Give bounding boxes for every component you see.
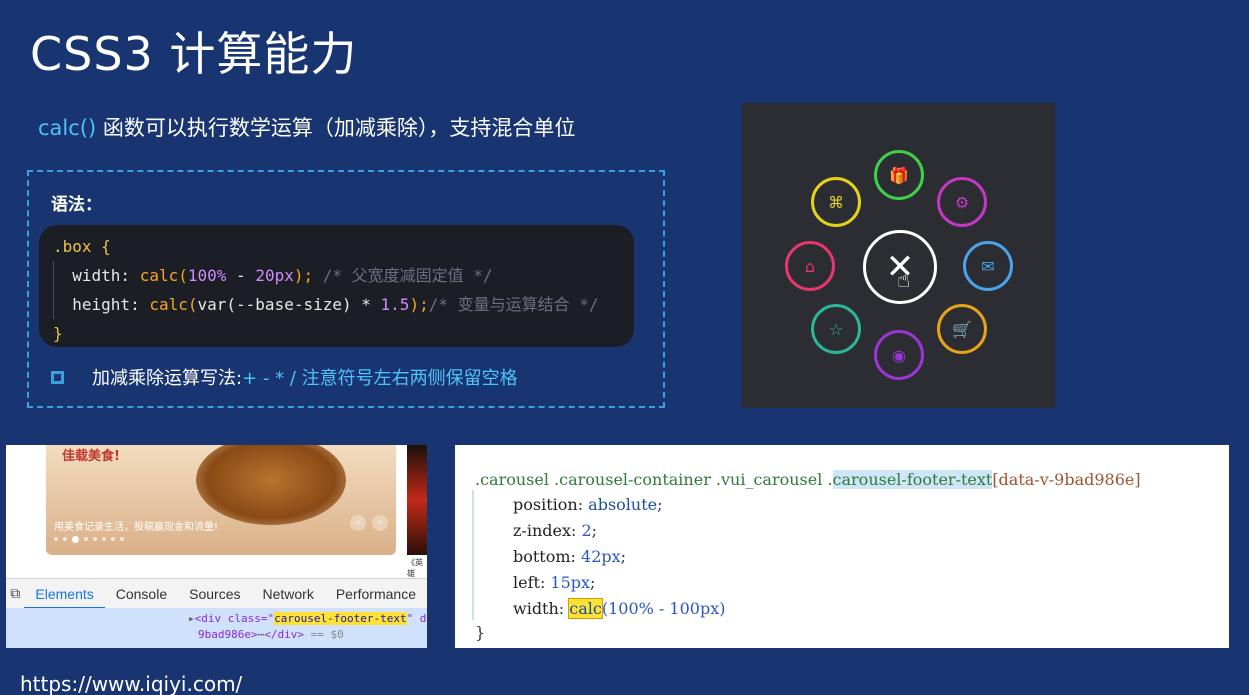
cart-icon[interactable]: 🛒: [937, 304, 987, 354]
settings-icon[interactable]: ⚙: [937, 177, 987, 227]
code-close-line: }: [53, 324, 63, 343]
command-icon[interactable]: ⌘: [811, 177, 861, 227]
gift-icon[interactable]: 🎁: [874, 150, 924, 200]
rule-text: 加减乘除运算写法:: [92, 368, 243, 389]
syntax-box: 语法： .box { width: calc(100% - 20px); /* …: [27, 170, 665, 408]
css-position-line: position: absolute;: [513, 495, 663, 514]
banner-badge: 佳载美食!: [62, 449, 120, 464]
chat-icon[interactable]: ◉: [874, 330, 924, 380]
carousel-banner[interactable]: 佳载美食! 用美食记录生活，投稿赢现金和流量! ‹ ›: [46, 445, 396, 555]
square-bullet-icon: [51, 370, 64, 384]
css-rule-screenshot: .carousel .carousel-container .vui_carou…: [455, 445, 1229, 648]
code-block: .box { width: calc(100% - 20px); /* 父宽度减…: [39, 225, 634, 347]
indent-guide: [53, 261, 54, 319]
syntax-label: 语法：: [51, 195, 102, 215]
carousel-arrows[interactable]: ‹ ›: [350, 515, 388, 531]
carousel-dots[interactable]: [54, 536, 124, 543]
css-width-line: width: calc(100% - 100px): [513, 598, 726, 619]
tab-elements[interactable]: Elements: [24, 579, 105, 609]
code-height-line: height: calc(var(--base-size) * 1.5);/* …: [72, 295, 599, 314]
prev-arrow-icon: ‹: [350, 515, 366, 531]
tab-sources[interactable]: Sources: [178, 579, 251, 609]
devtools-tabbar: ⧉ Elements Console Sources Network Perfo…: [6, 578, 427, 609]
calc-keyword: calc(): [38, 116, 97, 140]
device-toggle-icon[interactable]: ⧉: [6, 585, 24, 602]
slide-title: CSS3 计算能力: [30, 27, 358, 81]
food-image: [196, 445, 346, 525]
css-zindex-line: z-index: 2;: [513, 521, 598, 540]
home-icon[interactable]: ⌂: [785, 241, 835, 291]
css-left-line: left: 15px;: [513, 573, 596, 592]
dom-node-line-2: 9bad986e>⋯</div> == $0: [198, 628, 344, 641]
next-arrow-icon: ›: [372, 515, 388, 531]
tab-network[interactable]: Network: [251, 579, 324, 609]
rule-highlight: + - * / 注意符号左右两侧保留空格: [242, 368, 518, 389]
subtitle-text: 函数可以执行数学运算（加减乘除），支持混合单位: [96, 116, 576, 140]
css-close-brace: }: [475, 623, 486, 642]
browser-screenshot: 佳载美食! 用美食记录生活，投稿赢现金和流量! ‹ › 《英雄 ⧉ Element…: [6, 445, 427, 648]
css-bottom-line: bottom: 42px;: [513, 547, 627, 566]
hand-cursor-icon: ☝: [897, 268, 911, 293]
rule-line: 加减乘除运算写法: + - * / 注意符号左右两侧保留空格: [51, 364, 518, 390]
radial-menu-demo: 🎁 ⌘ ⚙ ⌂ ✉ ☆ 🛒 ◉ ✕ ☝: [742, 103, 1055, 408]
carousel-footer-text: 用美食记录生活，投稿赢现金和流量!: [54, 522, 219, 533]
code-selector-line: .box {: [53, 237, 111, 256]
slide-subtitle: calc() 函数可以执行数学运算（加减乘除），支持混合单位: [38, 112, 575, 142]
star-icon[interactable]: ☆: [811, 304, 861, 354]
mail-icon[interactable]: ✉: [963, 241, 1013, 291]
indent-guide: [472, 490, 474, 620]
source-url: https://www.iqiyi.com/: [20, 672, 243, 695]
tab-performance[interactable]: Performance: [325, 579, 427, 609]
side-thumbnail[interactable]: [407, 445, 427, 555]
dom-node-line[interactable]: ▸<div class="carousel-footer-text" d: [6, 612, 427, 628]
elements-panel[interactable]: ▸<div class="carousel-footer-text" d 9ba…: [6, 608, 427, 648]
side-caption: 《英雄: [407, 558, 423, 578]
css-selector-line: .carousel .carousel-container .vui_carou…: [475, 470, 1141, 489]
tab-console[interactable]: Console: [105, 579, 178, 609]
code-width-line: width: calc(100% - 20px); /* 父宽度减固定值 */: [72, 266, 493, 285]
